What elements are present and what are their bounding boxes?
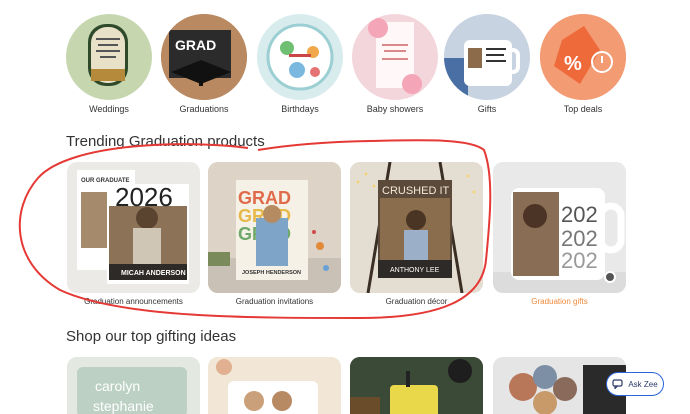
category-label: Gifts [477, 104, 497, 114]
category-label: Graduations [179, 104, 229, 114]
category-baby-showers[interactable]: Baby showers [352, 14, 438, 114]
graduations-image: GRAD [161, 14, 247, 100]
birthdays-image [257, 14, 343, 100]
product-label: Graduation announcements [84, 297, 183, 306]
svg-text:GRAD: GRAD [175, 37, 216, 53]
gifts-image [444, 14, 530, 100]
gifts-mug-image: 202 202 202 [493, 162, 626, 293]
card-word-text: CRUSHED IT [382, 185, 450, 197]
category-gifts[interactable]: Gifts [444, 14, 530, 114]
category-label: Top deals [563, 104, 603, 114]
product-label: Graduation décor [385, 297, 448, 306]
announcements-image: OUR GRADUATE 2026 MICAH ANDERSON [67, 162, 200, 293]
product-label: Graduation invitations [235, 297, 314, 306]
decor-image: CRUSHED IT ANTHONY LEE [350, 162, 483, 293]
product-label: Graduation gifts [531, 297, 588, 306]
category-birthdays[interactable]: Birthdays [257, 14, 343, 114]
svg-text:202: 202 [561, 248, 598, 273]
category-label: Birthdays [281, 104, 319, 114]
svg-text:%: % [564, 53, 582, 75]
gift-tile-luggage-tag[interactable] [350, 357, 483, 414]
category-weddings[interactable]: Weddings [66, 14, 152, 114]
product-graduation-decor[interactable]: CRUSHED IT ANTHONY LEE Graduation décor [350, 162, 483, 306]
invitations-image: GRAD GRAD GRAD JOSEPH HENDERSON [208, 162, 341, 293]
gift-tile-pillow[interactable]: carolyn stephanie [67, 357, 200, 414]
gifting-section-title: Shop our top gifting ideas [66, 328, 237, 345]
card-name-text: ANTHONY LEE [390, 267, 440, 274]
product-graduation-invitations[interactable]: GRAD GRAD GRAD JOSEPH HENDERSON Graduati… [208, 162, 341, 306]
pillow-text-2: stephanie [93, 398, 154, 414]
gift-tile-mug[interactable] [208, 357, 341, 414]
trending-section-title: Trending Graduation products [66, 133, 265, 150]
category-top-deals[interactable]: % Top deals [540, 14, 626, 114]
category-label: Baby showers [366, 104, 424, 114]
chat-icon [612, 379, 623, 389]
card-year-text: 2026 [115, 182, 173, 212]
top-deals-image: % [540, 14, 626, 100]
product-graduation-announcements[interactable]: OUR GRADUATE 2026 MICAH ANDERSON Graduat… [67, 162, 200, 306]
pillow-text-1: carolyn [95, 378, 140, 394]
baby-showers-image [352, 14, 438, 100]
card-name-text: MICAH ANDERSON [121, 270, 186, 277]
variant-dot-icon[interactable] [604, 271, 616, 283]
weddings-image [66, 14, 152, 100]
card-name-text: JOSEPH HENDERSON [242, 270, 301, 276]
category-label: Weddings [89, 104, 129, 114]
card-word-text: GRAD [238, 188, 291, 208]
product-graduation-gifts[interactable]: 202 202 202 Graduation gifts [493, 162, 626, 306]
mug-text: 202 [561, 202, 598, 227]
ask-zee-label: Ask Zee [628, 379, 658, 389]
ask-zee-button[interactable]: Ask Zee [606, 372, 664, 396]
category-graduations[interactable]: GRAD Graduations [161, 14, 247, 114]
category-row: Weddings GRAD Graduations Birthdays Baby… [66, 14, 626, 118]
